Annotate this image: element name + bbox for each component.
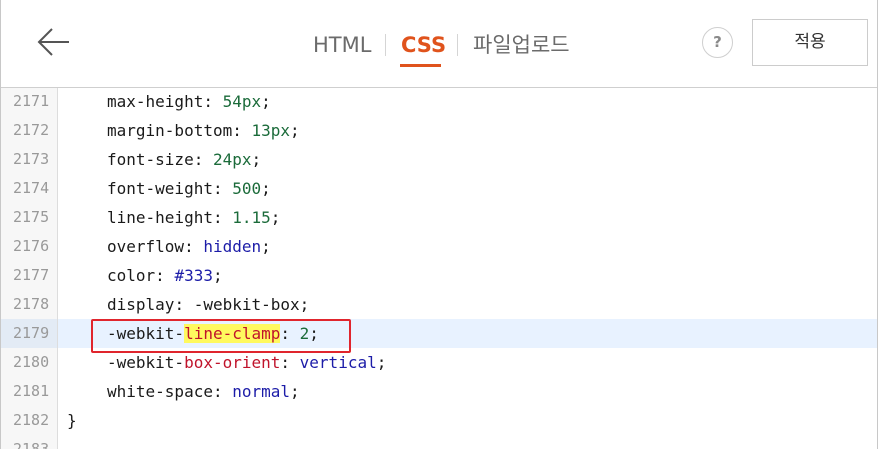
line-number: 2173 <box>1 145 58 174</box>
line-number: 2183 <box>1 435 58 449</box>
css-value: 24px <box>212 150 252 169</box>
code-text: font-weight: 500; <box>107 174 271 203</box>
colon: : <box>184 237 204 256</box>
css-property: font-weight <box>107 179 213 198</box>
tab-divider <box>457 34 458 56</box>
line-number: 2176 <box>1 232 58 261</box>
code-line[interactable]: 2173 font-size: 24px; <box>1 145 877 174</box>
css-property: display <box>107 295 175 314</box>
code-line[interactable]: 2177 color: #333; <box>1 261 877 290</box>
css-property: margin-bottom <box>107 121 233 140</box>
line-number: 2171 <box>1 88 58 116</box>
code-editor[interactable]: 2171 max-height: 54px; 2172 margin-bottom: … <box>1 88 877 449</box>
css-editor-window: HTML CSS 파일업로드 ? 적용 2171 max-height: 54px… <box>0 0 878 449</box>
semicolon: ; <box>299 295 310 314</box>
code-line[interactable]: 2178 display: -webkit-box; <box>1 290 877 319</box>
semicolon: ; <box>261 179 271 198</box>
line-number: 2174 <box>1 174 58 203</box>
semicolon: ; <box>376 353 387 372</box>
tab-divider <box>385 34 386 56</box>
css-value: 500 <box>232 179 262 198</box>
colon: : <box>155 266 175 285</box>
code-line[interactable]: 2182} <box>1 406 877 435</box>
code-text: line-height: 1.15; <box>107 203 280 232</box>
line-number: 2182 <box>1 406 58 435</box>
code-text: overflow: hidden; <box>107 232 271 261</box>
search-match-highlight: line-clamp <box>184 324 281 343</box>
code-text: color: #333; <box>107 261 223 290</box>
line-number: 2180 <box>1 348 58 377</box>
colon: : <box>232 121 252 140</box>
line-number: 2172 <box>1 116 58 145</box>
css-property-prefix: -webkit- <box>107 353 185 372</box>
semicolon: ; <box>261 237 271 256</box>
colon: : <box>212 208 233 227</box>
apply-button[interactable]: 적용 <box>752 19 868 66</box>
tab-html[interactable]: HTML <box>313 30 371 60</box>
css-value: normal <box>232 382 291 401</box>
colon: : <box>203 92 223 111</box>
css-value: 2 <box>299 324 310 343</box>
semicolon: ; <box>251 150 262 169</box>
semicolon: ; <box>270 208 281 227</box>
css-property: overflow <box>107 237 185 256</box>
code-line[interactable]: 2176 overflow: hidden; <box>1 232 877 261</box>
code-text: font-size: 24px; <box>107 145 261 174</box>
css-property: white-space <box>107 382 213 401</box>
tab-file-upload[interactable]: 파일업로드 <box>473 30 570 60</box>
css-value: 54px <box>222 92 262 111</box>
semicolon: ; <box>309 324 319 343</box>
active-tab-indicator <box>400 64 441 67</box>
code-line[interactable]: 2183 <box>1 435 877 449</box>
semicolon: ; <box>261 92 271 111</box>
semicolon: ; <box>290 121 300 140</box>
css-property: color <box>107 266 156 285</box>
colon: : <box>212 179 233 198</box>
code-line[interactable]: 2179 -webkit-line-clamp: 2; <box>1 319 877 348</box>
css-value: hidden <box>203 237 262 256</box>
line-number: 2177 <box>1 261 58 290</box>
help-button[interactable]: ? <box>702 27 733 58</box>
css-property-prefix: -webkit- <box>107 324 185 343</box>
editor-tabs: HTML CSS 파일업로드 <box>1 30 877 67</box>
line-number: 2181 <box>1 377 58 406</box>
line-number: 2179 <box>1 319 58 348</box>
css-property: line-height <box>107 208 213 227</box>
css-value: #333 <box>174 266 213 285</box>
css-property: font-size <box>107 150 194 169</box>
colon: : <box>212 382 233 401</box>
line-number: 2178 <box>1 290 58 319</box>
code-line[interactable]: 2180 -webkit-box-orient: vertical; <box>1 348 877 377</box>
code-text: -webkit-box-orient: vertical; <box>107 348 386 377</box>
semicolon: ; <box>212 266 223 285</box>
semicolon: ; <box>290 382 300 401</box>
css-value: vertical <box>299 353 377 372</box>
code-line[interactable]: 2181 white-space: normal; <box>1 377 877 406</box>
colon: : <box>193 150 213 169</box>
code-line[interactable]: 2175 line-height: 1.15; <box>1 203 877 232</box>
tab-css[interactable]: CSS <box>401 30 446 60</box>
colon: : <box>280 324 300 343</box>
code-text: margin-bottom: 13px; <box>107 116 300 145</box>
colon: : <box>174 295 194 314</box>
closing-brace: } <box>67 411 77 430</box>
code-text: max-height: 54px; <box>107 88 271 116</box>
css-property: max-height <box>107 92 204 111</box>
code-line[interactable]: 2174 font-weight: 500; <box>1 174 877 203</box>
code-text: white-space: normal; <box>107 377 300 406</box>
code-text: } <box>67 406 77 435</box>
editor-header: HTML CSS 파일업로드 ? 적용 <box>1 0 877 88</box>
code-text: -webkit-line-clamp: 2; <box>107 319 319 348</box>
code-line[interactable]: 2171 max-height: 54px; <box>1 88 877 116</box>
code-text: display: -webkit-box; <box>107 290 309 319</box>
colon: : <box>280 353 300 372</box>
css-value: -webkit-box <box>193 295 300 314</box>
css-value: 1.15 <box>232 208 271 227</box>
line-number: 2175 <box>1 203 58 232</box>
css-property-keyword: box-orient <box>184 353 281 372</box>
code-line[interactable]: 2172 margin-bottom: 13px; <box>1 116 877 145</box>
css-value: 13px <box>251 121 291 140</box>
